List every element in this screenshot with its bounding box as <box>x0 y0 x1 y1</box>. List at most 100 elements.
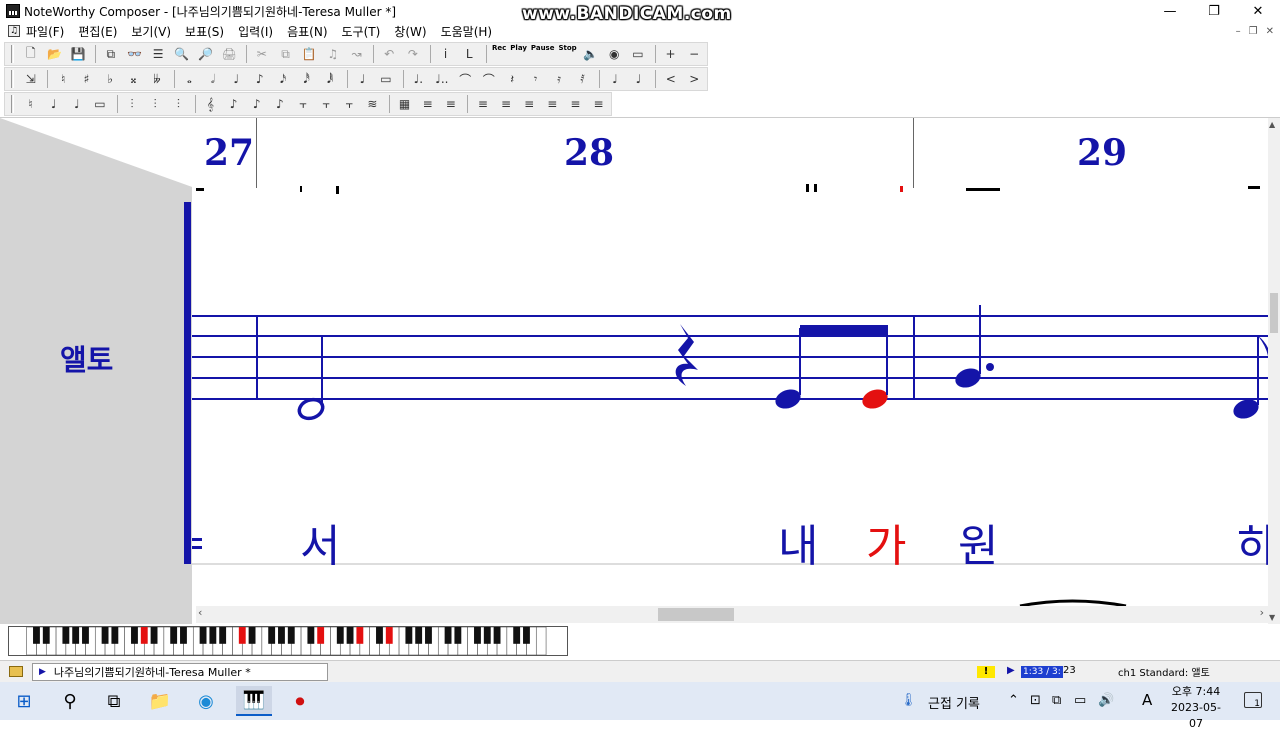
tempo-icon[interactable]: ≋ <box>362 94 383 114</box>
speaker-icon[interactable]: 🔈 <box>580 44 602 64</box>
horizontal-scrollbar[interactable]: ‹ › <box>196 606 1268 623</box>
keyboard-icon[interactable]: ▭ <box>627 44 649 64</box>
menu-window[interactable]: 창(W) <box>394 23 426 40</box>
half-note-icon[interactable]: 𝅗𝅥 <box>202 69 223 89</box>
cut-icon[interactable]: ✂ <box>251 44 273 64</box>
triplet-icon[interactable]: 𝅀 <box>572 69 593 89</box>
restore-button[interactable]: ❐ <box>1192 0 1236 22</box>
edge-icon[interactable]: ◉ <box>188 686 224 716</box>
document-icon[interactable]: ♫ <box>8 25 20 37</box>
scroll-up-icon[interactable]: ▲ <box>1269 120 1275 129</box>
double-dotted-icon[interactable]: ♩.. <box>431 69 452 89</box>
lines-6-icon[interactable]: ≡ <box>588 94 609 114</box>
menu-file[interactable]: 파일(F) <box>26 23 64 40</box>
key-sig-3-icon[interactable]: ♪ <box>269 94 290 114</box>
tie-note-icon[interactable]: ⌒ <box>455 69 476 89</box>
copy-window-icon[interactable]: ⧉ <box>100 44 122 64</box>
menu-help[interactable]: 도움말(H) <box>441 23 493 40</box>
stem-up-icon[interactable]: ♩ <box>604 69 625 89</box>
rest-box-icon[interactable]: ▭ <box>375 69 396 89</box>
record-button[interactable]: Rec <box>491 44 507 64</box>
notes-icon[interactable]: ♫ <box>322 44 344 64</box>
copy-icon[interactable]: ⧉ <box>275 44 297 64</box>
battery-icon[interactable]: ▭ <box>1074 693 1086 708</box>
horizontal-scroll-thumb[interactable] <box>658 608 734 621</box>
info-icon[interactable]: i <box>435 44 457 64</box>
double-sharp-icon[interactable]: 𝄪 <box>123 69 144 89</box>
key-sig-icon[interactable]: ♪ <box>223 94 244 114</box>
lines-5-icon[interactable]: ≡ <box>565 94 586 114</box>
open-file-icon[interactable]: 📂 <box>44 44 66 64</box>
preview-icon[interactable]: 🔎 <box>195 44 217 64</box>
lines-2-icon[interactable]: ≡ <box>495 94 516 114</box>
align-left-icon[interactable]: ≡ <box>417 94 438 114</box>
play-button[interactable]: Play <box>509 44 528 64</box>
show-hidden-icons-icon[interactable]: ⌃ <box>1008 693 1019 708</box>
paste-icon[interactable]: 📋 <box>298 44 320 64</box>
undo-icon[interactable]: ↶ <box>378 44 400 64</box>
quarter-note-icon[interactable]: ♩ <box>226 69 247 89</box>
glasses-icon[interactable]: 👓 <box>124 44 146 64</box>
dynamic-icon[interactable]: ⫟ <box>292 94 313 114</box>
minimize-button[interactable]: — <box>1148 0 1192 22</box>
vertical-scroll-thumb[interactable] <box>1270 293 1278 333</box>
noteworthy-app-icon[interactable] <box>6 4 20 18</box>
redo-icon[interactable]: ↷ <box>402 44 424 64</box>
print-icon[interactable]: 🖨 <box>218 44 240 64</box>
natural-small-icon[interactable]: ♮ <box>20 94 41 114</box>
scroll-left-icon[interactable]: ‹ <box>198 606 202 619</box>
thirty-second-note-icon[interactable]: 𝅘𝅥𝅰 <box>296 69 317 89</box>
task-view-icon[interactable]: ⧉ <box>96 686 132 716</box>
tray-window-icon[interactable]: ⧉ <box>1052 693 1061 708</box>
lyric-icon[interactable]: L <box>458 44 480 64</box>
toolbar-grip[interactable] <box>11 95 14 113</box>
notification-icon[interactable]: 1 <box>1244 692 1262 709</box>
weather-icon[interactable]: 🌡 <box>900 693 917 708</box>
clef-icon[interactable]: 𝄞 <box>200 94 221 114</box>
menu-staff[interactable]: 보표(S) <box>185 23 224 40</box>
lines-4-icon[interactable]: ≡ <box>542 94 563 114</box>
dynamic-3-icon[interactable]: ⫟ <box>339 94 360 114</box>
lyric-ga[interactable]: 가 <box>866 510 906 574</box>
document-tab[interactable]: ▶ 나주님의기쁨되기원하네-Teresa Muller * <box>32 663 328 681</box>
tray-app-icon[interactable]: ⊡ <box>1030 693 1041 708</box>
crescendo-icon[interactable]: < <box>660 69 681 89</box>
stem-down-icon[interactable]: ♩ <box>628 69 649 89</box>
sixteenth-note-icon[interactable]: 𝅘𝅥𝅯 <box>272 69 293 89</box>
whole-note-icon[interactable]: 𝅝 <box>179 69 200 89</box>
file-explorer-icon[interactable]: 📁 <box>142 686 178 716</box>
piano-keyboard[interactable] <box>8 626 568 656</box>
save-icon[interactable]: 💾 <box>67 44 89 64</box>
score-editor[interactable]: 27 28 29 앨토 서 내 가 원 하 ‹ › ▲ ▼ <box>0 117 1280 624</box>
toolbar-grip[interactable] <box>11 45 14 63</box>
weather-text[interactable]: 근접 기록 <box>928 693 980 712</box>
folder-icon[interactable] <box>9 666 23 677</box>
lines-3-icon[interactable]: ≡ <box>519 94 540 114</box>
menu-insert[interactable]: 입력(I) <box>238 23 273 40</box>
lyric-won[interactable]: 원 <box>958 510 998 574</box>
lyric-seo[interactable]: 서 <box>300 510 340 574</box>
note-small-2-icon[interactable]: ♩ <box>66 94 87 114</box>
midi-icon[interactable]: ◉ <box>603 44 625 64</box>
zoom-in-icon[interactable]: + <box>660 44 682 64</box>
staff-lines-icon[interactable]: ☰ <box>147 44 169 64</box>
menu-edit[interactable]: 편집(E) <box>78 23 117 40</box>
scroll-right-icon[interactable]: › <box>1260 606 1264 619</box>
mdi-restore-button[interactable]: ❐ <box>1249 26 1258 37</box>
stop-button[interactable]: Stop <box>557 44 577 64</box>
box-icon[interactable]: ▭ <box>89 94 110 114</box>
mdi-close-button[interactable]: ✕ <box>1266 26 1274 37</box>
start-icon[interactable]: ⊞ <box>6 686 42 716</box>
dotted-icon[interactable]: ♩. <box>408 69 429 89</box>
system-clock[interactable]: 오후 7:44 2023-05-07 <box>1166 684 1226 732</box>
double-flat-icon[interactable]: 𝄫 <box>146 69 167 89</box>
volume-icon[interactable]: 🔊 <box>1098 693 1114 708</box>
sixty-fourth-note-icon[interactable]: 𝅘𝅥𝅱 <box>319 69 340 89</box>
menu-notes[interactable]: 음표(N) <box>287 23 327 40</box>
menu-view[interactable]: 보기(V) <box>131 23 171 40</box>
scroll-down-icon[interactable]: ▼ <box>1269 613 1275 622</box>
eighth-rest-icon[interactable]: 𝄾 <box>525 69 546 89</box>
flat-icon[interactable]: ♭ <box>99 69 120 89</box>
beam-2-icon[interactable]: ⫶ <box>145 94 166 114</box>
vertical-scrollbar[interactable]: ▲ ▼ <box>1268 118 1280 624</box>
